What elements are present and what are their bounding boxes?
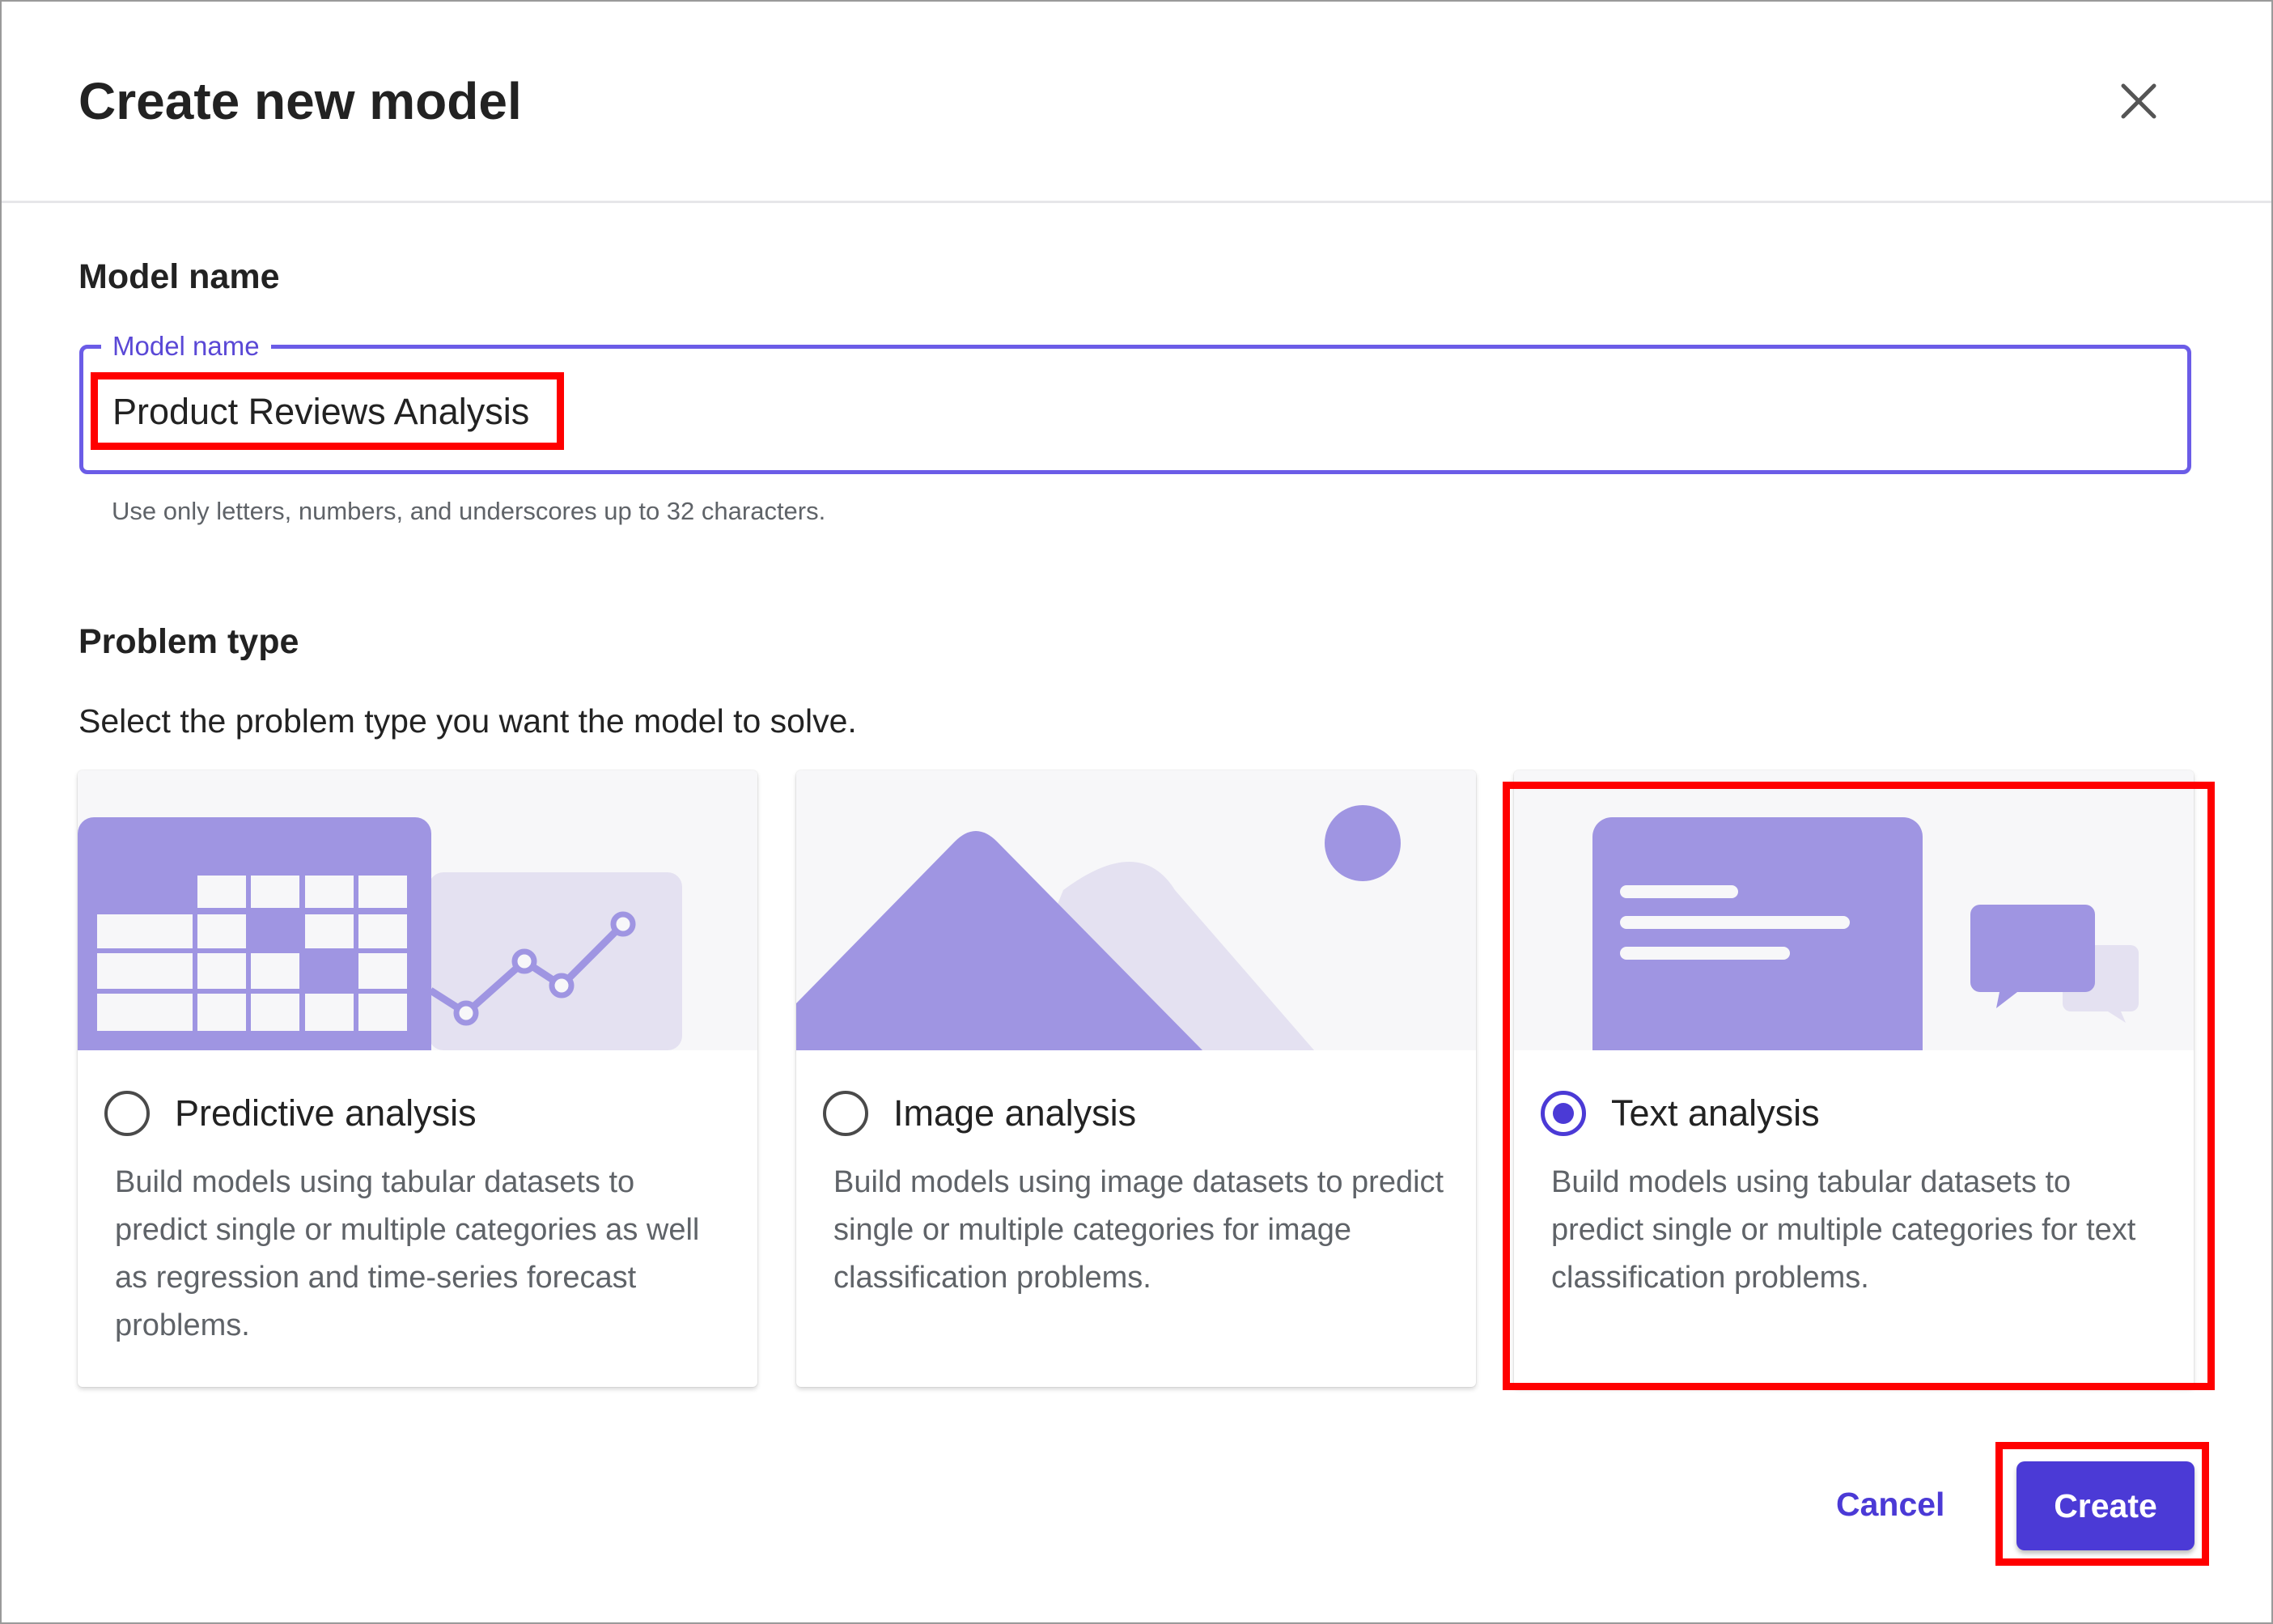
dialog-header: Create new model [2,2,2271,203]
option-description: Build models using image datasets to pre… [833,1165,1444,1295]
text-analysis-radio[interactable] [1541,1091,1586,1136]
option-title: Image analysis [893,1092,1137,1134]
option-description: Build models using tabular datasets to p… [1551,1165,2136,1295]
cancel-button[interactable]: Cancel [1836,1486,1944,1524]
dialog-title: Create new model [78,72,522,130]
problem-type-section-label: Problem type [78,622,299,661]
option-title: Text analysis [1611,1092,1820,1134]
text-document-illustration [1514,770,2194,1050]
create-model-dialog: Create new model Model name Model name P… [0,0,2273,1624]
predictive-analysis-radio[interactable] [104,1091,150,1136]
create-button[interactable]: Create [2016,1461,2195,1550]
option-description: Build models using tabular datasets to p… [115,1165,700,1342]
option-title: Predictive analysis [175,1092,477,1134]
radio-selected-dot [1553,1103,1574,1124]
model-name-input-value[interactable]: Product Reviews Analysis [112,391,529,433]
option-card-image-analysis[interactable]: Image analysis Build models using image … [796,770,1476,1387]
mountain-image-illustration [796,770,1476,1050]
option-card-text-analysis[interactable]: Text analysis Build models using tabular… [1514,770,2194,1387]
image-analysis-radio[interactable] [823,1091,868,1136]
problem-type-description: Select the problem type you want the mod… [78,702,857,740]
model-name-section-label: Model name [78,257,280,296]
close-icon [2121,83,2156,119]
option-card-predictive-analysis[interactable]: Predictive analysis Build models using t… [78,770,757,1387]
close-button[interactable] [2110,73,2167,129]
model-name-field-label: Model name [101,331,271,362]
model-name-hint: Use only letters, numbers, and underscor… [112,497,826,525]
table-chart-illustration [78,770,757,1050]
model-name-field[interactable]: Model name Product Reviews Analysis [79,331,2191,474]
